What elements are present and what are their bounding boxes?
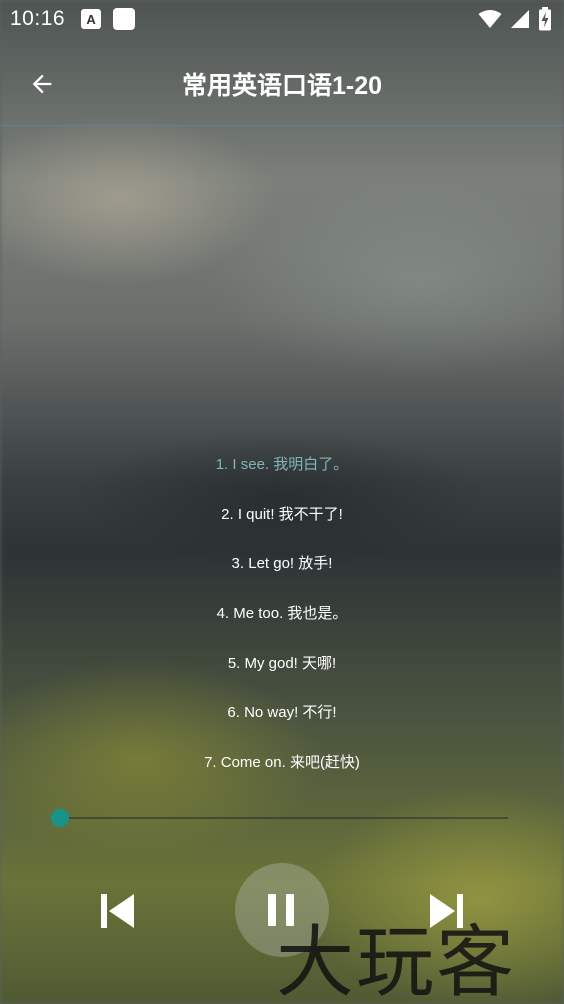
battery-charging-icon xyxy=(539,7,551,31)
cellular-signal-icon xyxy=(511,10,529,28)
playback-controls xyxy=(0,862,564,958)
seek-track xyxy=(60,817,508,819)
skip-next-icon xyxy=(430,894,463,928)
previous-button[interactable] xyxy=(94,888,140,934)
pause-icon xyxy=(268,894,294,926)
play-pause-button[interactable] xyxy=(235,863,329,957)
app-bar: 常用英语口语1-20 xyxy=(0,38,564,126)
seek-thumb[interactable] xyxy=(51,809,69,827)
blank-square-icon xyxy=(113,8,136,30)
lyric-line[interactable]: 5. My god! 天哪! xyxy=(0,639,564,689)
status-right-icons xyxy=(478,7,552,31)
notification-letter: A xyxy=(86,11,96,27)
next-button[interactable] xyxy=(424,888,470,934)
lyric-line[interactable]: 7. Come on. 来吧(赶快) xyxy=(0,738,564,788)
status-bar: 10:16 A xyxy=(0,0,564,38)
skip-previous-icon xyxy=(101,894,134,928)
status-time: 10:16 xyxy=(10,7,66,30)
lyric-line[interactable]: 2. I quit! 我不干了! xyxy=(0,490,564,540)
lyric-line-active[interactable]: 1. I see. 我明白了。 xyxy=(0,440,564,490)
a-badge-icon: A xyxy=(81,9,102,29)
page-title: 常用英语口语1-20 xyxy=(181,72,383,100)
lyrics-list: 1. I see. 我明白了。 2. I quit! 我不干了! 3. Let … xyxy=(0,440,564,788)
wifi-icon xyxy=(478,10,502,28)
lyric-line[interactable]: 3. Let go! 放手! xyxy=(0,539,564,589)
lyric-line[interactable]: 4. Me too. 我也是。 xyxy=(0,589,564,639)
lyric-line[interactable]: 6. No way! 不行! xyxy=(0,688,564,738)
seek-bar[interactable] xyxy=(51,808,508,828)
